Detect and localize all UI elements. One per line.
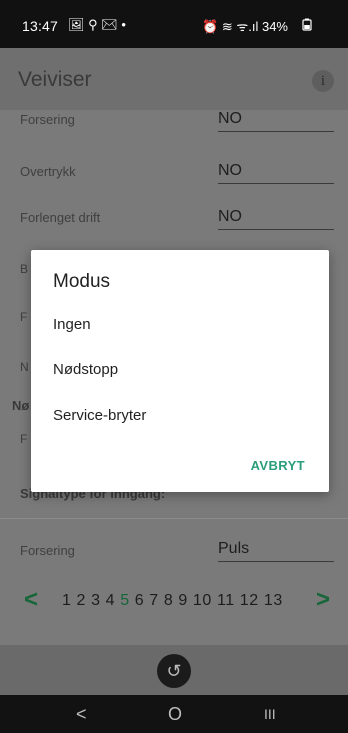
page-numbers[interactable]: 1 2 3 4 5 6 7 8 9 10 11 12 13	[62, 592, 283, 610]
system-nav-bar: < O III	[0, 695, 348, 733]
field-label: Forsering	[20, 112, 75, 127]
back-bar: ↺	[0, 645, 348, 695]
app-bar: Veiviser i	[0, 48, 348, 110]
hidden-label: F	[20, 310, 28, 324]
status-bar: 13:47 🖼 ⚲ ✉ • ⏰ ≋ ᯤ.ıl 34%	[0, 0, 348, 48]
nav-home-button[interactable]: O	[168, 704, 182, 725]
info-icon[interactable]: i	[312, 70, 334, 92]
nav-back-button[interactable]: <	[76, 704, 87, 725]
divider	[0, 518, 348, 519]
field-label: Overtrykk	[20, 164, 76, 179]
dialog-title: Modus	[53, 271, 111, 292]
pages-after[interactable]: 6 7 8 9 10 11 12 13	[130, 592, 283, 609]
battery-icon	[302, 18, 312, 34]
status-time: 13:47	[22, 18, 59, 34]
mode-dialog: Modus Ingen Nødstopp Service-bryter AVBR…	[31, 250, 329, 492]
hidden-label: F	[20, 432, 28, 446]
app-title: Veiviser	[18, 68, 92, 91]
current-page[interactable]: 5	[120, 592, 130, 609]
nav-recents-button[interactable]: III	[264, 706, 276, 722]
hidden-label: N	[20, 360, 29, 374]
field-value[interactable]: NO	[218, 208, 334, 230]
notification-icons: 🖼 ⚲ ✉ •	[68, 17, 126, 32]
page-navigator: < 1 2 3 4 5 6 7 8 9 10 11 12 13 >	[0, 586, 348, 618]
option-nodstopp[interactable]: Nødstopp	[53, 361, 118, 378]
option-ingen[interactable]: Ingen	[53, 316, 91, 333]
system-icons: ⏰ ≋ ᯤ.ıl 34%	[202, 19, 288, 34]
field-value[interactable]: NO	[218, 110, 334, 132]
field-label: Forsering	[20, 543, 75, 558]
field-label: Forlenget drift	[20, 210, 101, 225]
prev-page-button[interactable]: <	[24, 586, 38, 614]
field-value[interactable]: NO	[218, 162, 334, 184]
cancel-button[interactable]: AVBRYT	[251, 458, 305, 473]
field-value[interactable]: Puls	[218, 540, 334, 562]
option-service-bryter[interactable]: Service-bryter	[53, 407, 146, 424]
hidden-label: B	[20, 262, 29, 276]
section-label: Nø	[12, 398, 30, 413]
next-page-button[interactable]: >	[316, 586, 330, 614]
pages-before[interactable]: 1 2 3 4	[62, 592, 120, 609]
back-icon[interactable]: ↺	[157, 654, 191, 688]
